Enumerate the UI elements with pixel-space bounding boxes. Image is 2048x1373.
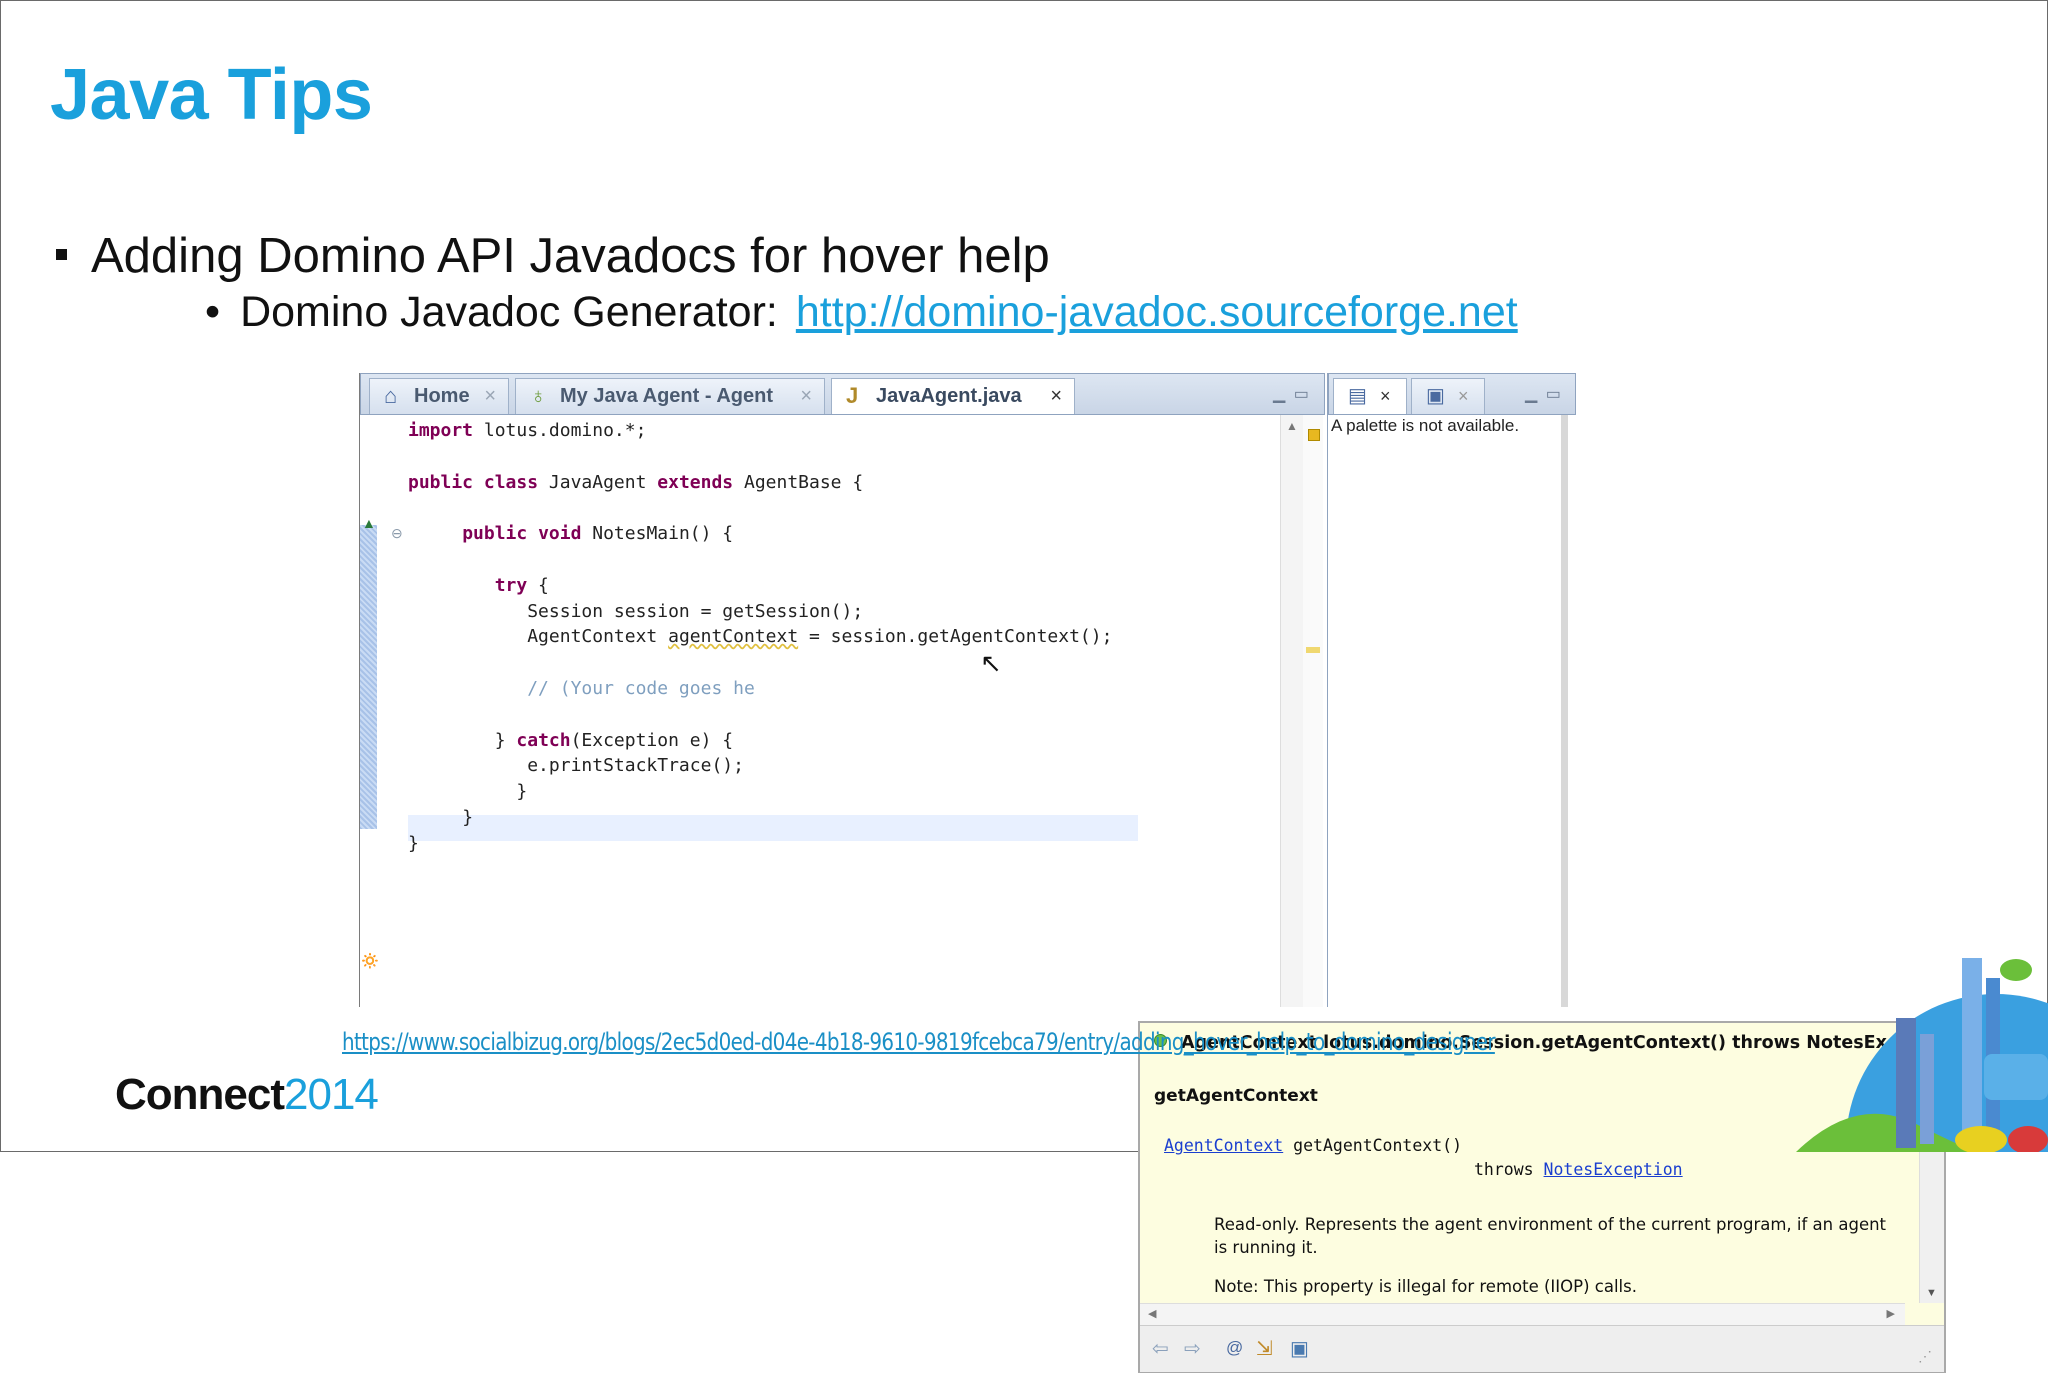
connect-2014-logo: Connect2014 bbox=[115, 1070, 379, 1120]
logo-year: 2014 bbox=[284, 1070, 379, 1119]
home-icon: ⌂ bbox=[384, 383, 398, 408]
ide-screenshot: ⌂ Home × ♁ My Java Agent - Agent × J Jav… bbox=[359, 373, 1960, 1373]
chat-bubble-icon bbox=[2000, 959, 2032, 981]
tower-mid-shape bbox=[1920, 1034, 1934, 1144]
scroll-down-icon[interactable]: ▼ bbox=[1926, 1287, 1937, 1299]
close-icon[interactable]: × bbox=[484, 379, 496, 413]
palette-scrollbar[interactable] bbox=[1561, 415, 1568, 1007]
dot-bullet-icon: • bbox=[205, 288, 221, 336]
palette-panel: ▤ × ▣ × ▁ ▭ A palette is not available. bbox=[1327, 373, 1576, 1007]
scroll-up-icon[interactable]: ▲ bbox=[1286, 419, 1298, 433]
bullet-sub-label: Domino Javadoc Generator: bbox=[240, 288, 778, 336]
signature-method: getAgentContext() bbox=[1283, 1136, 1463, 1155]
editor-tab-bar: ⌂ Home × ♁ My Java Agent - Agent × J Jav… bbox=[360, 373, 1325, 415]
resize-grip-icon[interactable]: ⋰ bbox=[1918, 1348, 1932, 1365]
close-icon[interactable]: × bbox=[800, 379, 812, 413]
java-source[interactable]: import lotus.domino.*; public class Java… bbox=[408, 415, 1112, 857]
collapse-triangle-icon: ▲ bbox=[362, 515, 376, 531]
forward-icon[interactable]: ⇨ bbox=[1184, 1336, 1201, 1361]
tab-my-java-agent[interactable]: ♁ My Java Agent - Agent × bbox=[515, 378, 825, 414]
city-globe-graphic bbox=[1796, 958, 2048, 1152]
palette-icon: ▤ bbox=[1348, 385, 1367, 407]
scroll-right-icon[interactable]: ▶ bbox=[1887, 1307, 1895, 1320]
javadoc-generator-link[interactable]: http://domino-javadoc.sourceforge.net bbox=[796, 288, 1518, 336]
bullet-sub: • Domino Javadoc Generator: http://domino-… bbox=[205, 288, 1518, 337]
tower-tall-shape bbox=[1962, 958, 1982, 1148]
logo-word: Connect bbox=[115, 1070, 285, 1119]
bullet-main: Adding Domino API Javadocs for hover hel… bbox=[56, 228, 1050, 284]
java-file-icon: J bbox=[846, 383, 859, 408]
minimize-maximize-icon[interactable]: ▁ ▭ bbox=[1273, 384, 1311, 404]
tab-home-label: Home bbox=[414, 385, 470, 407]
warning-marker[interactable] bbox=[1308, 429, 1320, 441]
tab-agent-label: My Java Agent - Agent bbox=[560, 385, 773, 407]
tower-left-shape bbox=[1896, 1018, 1916, 1148]
range-indicator bbox=[360, 525, 377, 829]
bullet-main-text: Adding Domino API Javadocs for hover hel… bbox=[91, 229, 1050, 283]
tab-palette[interactable]: ▤ × bbox=[1333, 378, 1407, 414]
tab-home[interactable]: ⌂ Home × bbox=[369, 378, 509, 414]
occurrence-marker[interactable] bbox=[1306, 647, 1320, 653]
close-icon[interactable]: × bbox=[1458, 379, 1469, 413]
tab-outline[interactable]: ▣ × bbox=[1411, 378, 1485, 414]
speech-bubble-icon bbox=[1984, 1054, 2048, 1100]
notesexception-link[interactable]: NotesException bbox=[1544, 1160, 1683, 1179]
method-name: getAgentContext bbox=[1154, 1086, 1318, 1106]
tab-java-label: JavaAgent.java bbox=[876, 385, 1022, 407]
source-url-link[interactable]: https://www.socialbizug.org/blogs/2ec5d0… bbox=[342, 1028, 1496, 1056]
minimize-maximize-icon[interactable]: ▁ ▭ bbox=[1525, 384, 1563, 404]
palette-message: A palette is not available. bbox=[1331, 416, 1520, 435]
open-browser-icon[interactable]: ▣ bbox=[1290, 1336, 1309, 1361]
open-declaration-icon[interactable]: ⇲ bbox=[1256, 1336, 1273, 1361]
mouse-cursor-icon: ↖ bbox=[980, 648, 1002, 678]
outline-icon: ▣ bbox=[1426, 385, 1445, 407]
method-description: Read-only. Represents the agent environm… bbox=[1214, 1215, 1887, 1257]
throws-keyword: throws bbox=[1474, 1160, 1544, 1179]
javadoc-view-icon[interactable]: @ bbox=[1226, 1338, 1243, 1358]
method-signature: AgentContext getAgentContext() bbox=[1164, 1136, 1462, 1155]
back-icon[interactable]: ⇦ bbox=[1152, 1336, 1169, 1361]
agent-icon: ♁ bbox=[530, 383, 547, 408]
popup-horizontal-scrollbar[interactable]: ◀ ▶ bbox=[1140, 1303, 1905, 1326]
warning-icon[interactable]: 🔅 bbox=[360, 951, 380, 971]
agentcontext-link[interactable]: AgentContext bbox=[1164, 1136, 1283, 1155]
close-icon[interactable]: × bbox=[1380, 379, 1391, 413]
javadoc-content: AgentContext lotus.domino.Session.getAge… bbox=[1140, 1023, 1960, 1303]
method-throws: throws NotesException bbox=[1474, 1160, 1683, 1179]
tab-javaagent-java[interactable]: J JavaAgent.java × bbox=[831, 378, 1075, 414]
slide-title: Java Tips bbox=[50, 55, 373, 135]
fold-icon[interactable]: ⊖ bbox=[391, 525, 403, 542]
code-editor[interactable]: ▲ ⊖ import lotus.domino.*; public class … bbox=[360, 415, 1280, 1007]
popup-toolbar: ⇦ ⇨ @ ⇲ ▣ ⋰ bbox=[1140, 1325, 1944, 1372]
palette-tab-bar: ▤ × ▣ × ▁ ▭ bbox=[1328, 373, 1576, 415]
editor-vertical-scrollbar[interactable]: ▲ bbox=[1280, 415, 1303, 1007]
overview-ruler bbox=[1303, 415, 1323, 1007]
method-note: Note: This property is illegal for remot… bbox=[1214, 1277, 1637, 1296]
scroll-left-icon[interactable]: ◀ bbox=[1148, 1307, 1156, 1320]
square-bullet-icon bbox=[56, 249, 67, 260]
close-icon[interactable]: × bbox=[1050, 379, 1062, 413]
